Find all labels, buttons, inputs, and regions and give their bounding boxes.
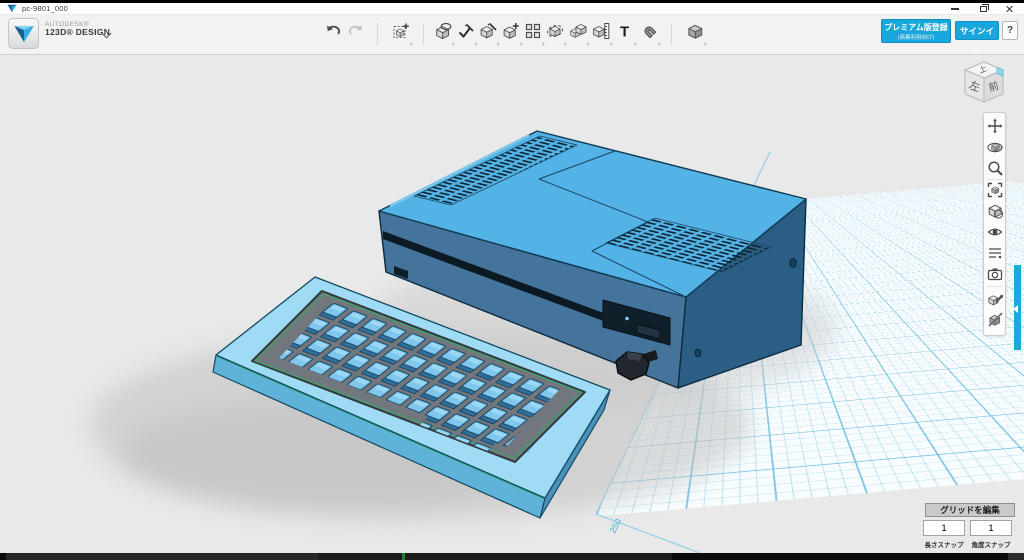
123d-logo-icon [12, 23, 36, 45]
text-tool-button[interactable]: T [614, 22, 636, 46]
taskbar-sliver [0, 553, 1024, 560]
pattern-tool-button[interactable] [522, 22, 544, 46]
pattern-icon [524, 22, 542, 40]
shading-mode-button[interactable] [986, 202, 1003, 219]
paint-cube-icon [987, 290, 1003, 306]
angle-snap-input[interactable] [970, 520, 1012, 536]
orbit-button[interactable] [986, 138, 1003, 155]
redo-button[interactable] [345, 22, 367, 46]
3d-model-scene[interactable] [0, 55, 1024, 553]
dimension-lines-icon [987, 245, 1003, 261]
viewport-canvas[interactable]: 275 250 [0, 55, 1024, 553]
camera-icon [987, 266, 1003, 282]
material-cube-icon [686, 22, 704, 40]
window-title: pc-9801_000 [22, 4, 68, 13]
taskbar-segment [6, 553, 318, 560]
combine-tool-button[interactable] [567, 22, 589, 46]
fit-view-icon [987, 182, 1003, 198]
text-tool-icon: T [616, 22, 634, 40]
primitives-icon [434, 22, 452, 40]
measure-tool-button[interactable] [590, 22, 612, 46]
close-button[interactable] [998, 3, 1020, 15]
modify-tool-button[interactable] [500, 22, 522, 46]
hide-show-button[interactable] [986, 310, 1003, 327]
nav-separator [987, 286, 1002, 287]
sketch-icon [457, 22, 475, 40]
material-tool-button[interactable] [684, 22, 706, 46]
app-logo-icon [7, 4, 17, 13]
minimize-button[interactable] [944, 3, 966, 15]
restore-icon [980, 6, 987, 12]
toolbar-separator [671, 23, 672, 45]
insert-icon [392, 22, 410, 40]
case-side-hole [790, 259, 796, 267]
toolbar-separator [377, 23, 378, 45]
screenshot-button[interactable] [986, 265, 1003, 282]
premium-register-label: プレミアム版登録 [882, 23, 950, 33]
app-menu-button[interactable] [8, 18, 39, 49]
dimension-display-button[interactable] [986, 244, 1003, 261]
pan-button[interactable] [986, 117, 1003, 134]
snap-magnet-icon [640, 22, 658, 40]
undo-icon [324, 22, 342, 40]
construct-tool-button[interactable] [477, 22, 499, 46]
insert-tool-button[interactable] [390, 22, 412, 46]
measure-icon [592, 22, 610, 40]
minimize-icon [951, 8, 959, 9]
zoom-button[interactable] [986, 159, 1003, 176]
orbit-icon [987, 139, 1003, 155]
hidden-cube-icon [987, 311, 1003, 327]
sign-in-button[interactable]: サインイン [955, 21, 999, 40]
modify-icon [502, 22, 520, 40]
redo-icon [347, 22, 365, 40]
shaded-cube-icon [987, 203, 1003, 219]
svg-text:T: T [620, 24, 629, 41]
power-led [625, 317, 629, 321]
taskbar-segment [318, 553, 672, 560]
primitives-tool-button[interactable] [432, 22, 454, 46]
sketch-tool-button[interactable] [455, 22, 477, 46]
title-bar: pc-9801_000 [0, 3, 1024, 15]
length-snap-label: 長さスナップ [922, 539, 966, 549]
undo-button[interactable] [322, 22, 344, 46]
brand-product: 123D® DESIGN [45, 28, 110, 38]
edit-grid-button[interactable]: グリッドを編集 [925, 503, 1015, 517]
combine-icon [569, 22, 587, 40]
zoom-fit-button[interactable] [986, 181, 1003, 198]
eye-icon [987, 224, 1003, 240]
taskbar-segment [1008, 553, 1024, 560]
angle-snap-label: 角度スナップ [969, 539, 1013, 549]
main-toolbar: AUTODESK® 123D® DESIGN [0, 15, 1024, 55]
close-icon [1005, 5, 1013, 13]
premium-register-button[interactable]: プレミアム版登録 (商業利用向け) [881, 19, 951, 43]
magnifier-icon [987, 160, 1003, 176]
nav-separator [987, 179, 1002, 180]
navigation-rail [983, 112, 1006, 336]
brand-text: AUTODESK® 123D® DESIGN [45, 21, 110, 38]
maximize-button[interactable] [972, 3, 994, 15]
visibility-button[interactable] [986, 223, 1003, 240]
construct-icon [479, 22, 497, 40]
toolbar-separator [423, 23, 424, 45]
view-cube[interactable]: 上 左 前 [956, 57, 1012, 113]
length-snap-input[interactable] [923, 520, 965, 536]
material-view-button[interactable] [986, 289, 1003, 306]
taskbar-segment-green [402, 553, 405, 560]
grouping-tool-button[interactable] [544, 22, 566, 46]
grouping-icon [546, 22, 564, 40]
grid-settings-panel: グリッドを編集 長さスナップ 角度スナップ [922, 503, 1018, 517]
pan-icon [987, 118, 1003, 134]
case-side-hole [695, 349, 701, 357]
panel-expand-handle[interactable] [1014, 265, 1021, 350]
premium-register-sublabel: (商業利用向け) [882, 33, 950, 41]
app-window: pc-9801_000 AUTODESK® 123D® DESIGN [0, 0, 1024, 560]
help-button[interactable]: ? [1002, 21, 1018, 40]
snap-tool-button[interactable] [638, 22, 660, 46]
